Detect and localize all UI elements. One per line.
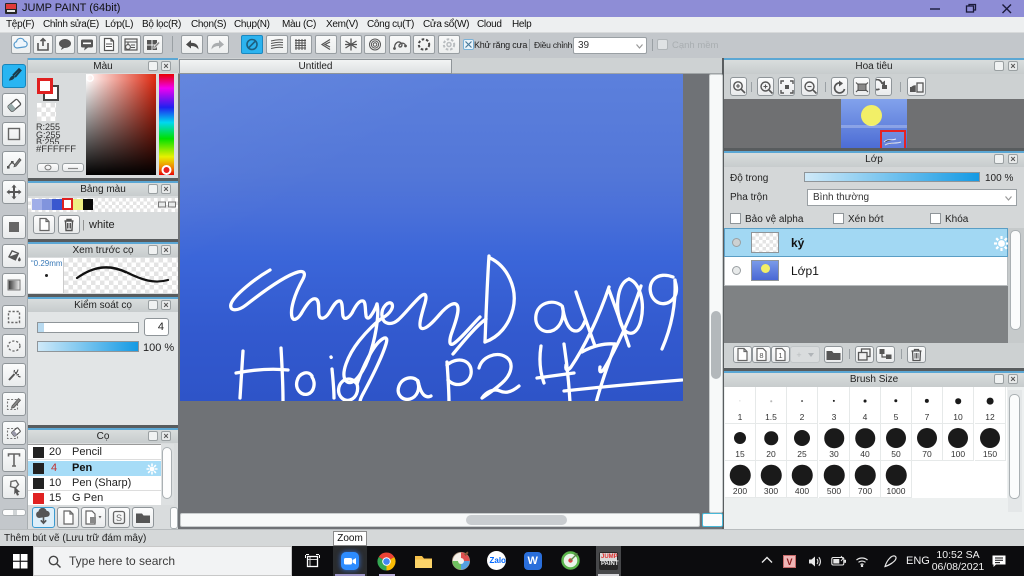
svg-text:1: 1 bbox=[778, 351, 782, 360]
svg-text:S: S bbox=[116, 513, 122, 523]
svg-text:+: + bbox=[796, 350, 801, 360]
svg-text:8: 8 bbox=[759, 351, 763, 360]
